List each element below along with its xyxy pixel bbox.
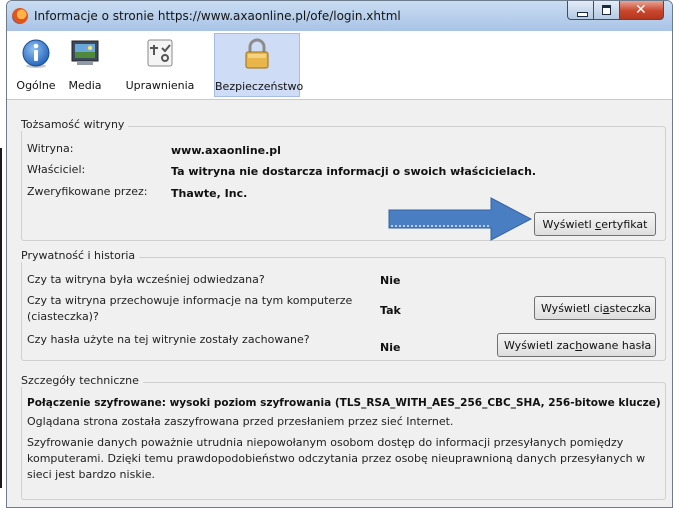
- window-title: Informacje o stronie https://www.axaonli…: [34, 9, 401, 23]
- minimize-icon: [577, 12, 588, 17]
- site-label: Witryna:: [27, 142, 74, 155]
- privacy-question-cookies: Czy ta witryna przechowuje informacje na…: [27, 294, 353, 323]
- privacy-group: Prywatność i historia Czy ta witryna był…: [21, 249, 666, 361]
- permissions-icon: [147, 39, 173, 67]
- owner-label: Właściciel:: [27, 163, 86, 176]
- window-controls: ✕: [567, 1, 664, 21]
- view-certificate-button[interactable]: Wyświetl certyfikat: [534, 212, 656, 236]
- media-icon: [71, 40, 99, 65]
- identity-group: Tożsamość witryny Witryna: www.axaonline…: [21, 118, 666, 241]
- minimize-button[interactable]: [567, 1, 594, 20]
- encryption-note: Oglądana strona została zaszyfrowana prz…: [27, 415, 454, 428]
- tab-toolbar: Ogólne Media Uprawnienia Bezpieczeństwo: [7, 31, 672, 100]
- tab-permissions[interactable]: Uprawnienia: [111, 33, 209, 97]
- privacy-group-title: Prywatność i historia: [21, 249, 140, 262]
- tab-general-label: Ogólne: [16, 79, 56, 92]
- close-icon: ✕: [635, 2, 647, 18]
- verified-by-value: Thawte, Inc.: [171, 187, 248, 200]
- firefox-icon: [12, 8, 28, 24]
- technical-group: Szczegóły techniczne Połączenie szyfrowa…: [21, 374, 666, 500]
- tab-media-label: Media: [68, 79, 102, 92]
- privacy-answer-passwords: Nie: [380, 341, 401, 354]
- arrow-annotation: [388, 197, 533, 241]
- window-edge-line: [0, 148, 2, 488]
- encryption-explanation: Szyfrowanie danych poważnie utrudnia nie…: [27, 436, 646, 481]
- tab-security[interactable]: Bezpieczeństwo: [214, 33, 304, 97]
- maximize-button[interactable]: [594, 1, 620, 20]
- privacy-answer-visited: Nie: [380, 274, 401, 287]
- close-button[interactable]: ✕: [620, 1, 664, 20]
- page-info-window: Informacje o stronie https://www.axaonli…: [6, 0, 673, 508]
- encryption-summary: Połączenie szyfrowane: wysoki poziom szy…: [27, 397, 661, 409]
- tab-general[interactable]: Ogólne: [13, 33, 59, 97]
- identity-group-title: Tożsamość witryny: [21, 118, 129, 131]
- view-saved-passwords-button[interactable]: Wyświetl zachowane hasła: [497, 333, 656, 357]
- info-icon: [22, 39, 50, 68]
- owner-value: Ta witryna nie dostarcza informacji o sw…: [171, 165, 537, 178]
- security-panel: Tożsamość witryny Witryna: www.axaonline…: [7, 100, 672, 507]
- tab-security-label: Bezpieczeństwo: [215, 80, 304, 93]
- tab-media[interactable]: Media: [63, 33, 107, 97]
- privacy-question-visited: Czy ta witryna była wcześniej odwiedzana…: [27, 273, 265, 286]
- title-bar[interactable]: Informacje o stronie https://www.axaonli…: [7, 1, 672, 31]
- verified-by-label: Zweryfikowane przez:: [27, 185, 148, 198]
- tab-permissions-label: Uprawnienia: [125, 79, 195, 92]
- view-cookies-button[interactable]: Wyświetl ciasteczka: [534, 296, 656, 320]
- padlock-icon: [245, 38, 269, 69]
- privacy-answer-cookies: Tak: [380, 304, 401, 317]
- maximize-icon: [602, 5, 611, 15]
- site-value: www.axaonline.pl: [171, 144, 281, 157]
- privacy-question-passwords: Czy hasła użyte na tej witrynie zostały …: [27, 333, 310, 346]
- technical-group-title: Szczegóły techniczne: [21, 374, 143, 387]
